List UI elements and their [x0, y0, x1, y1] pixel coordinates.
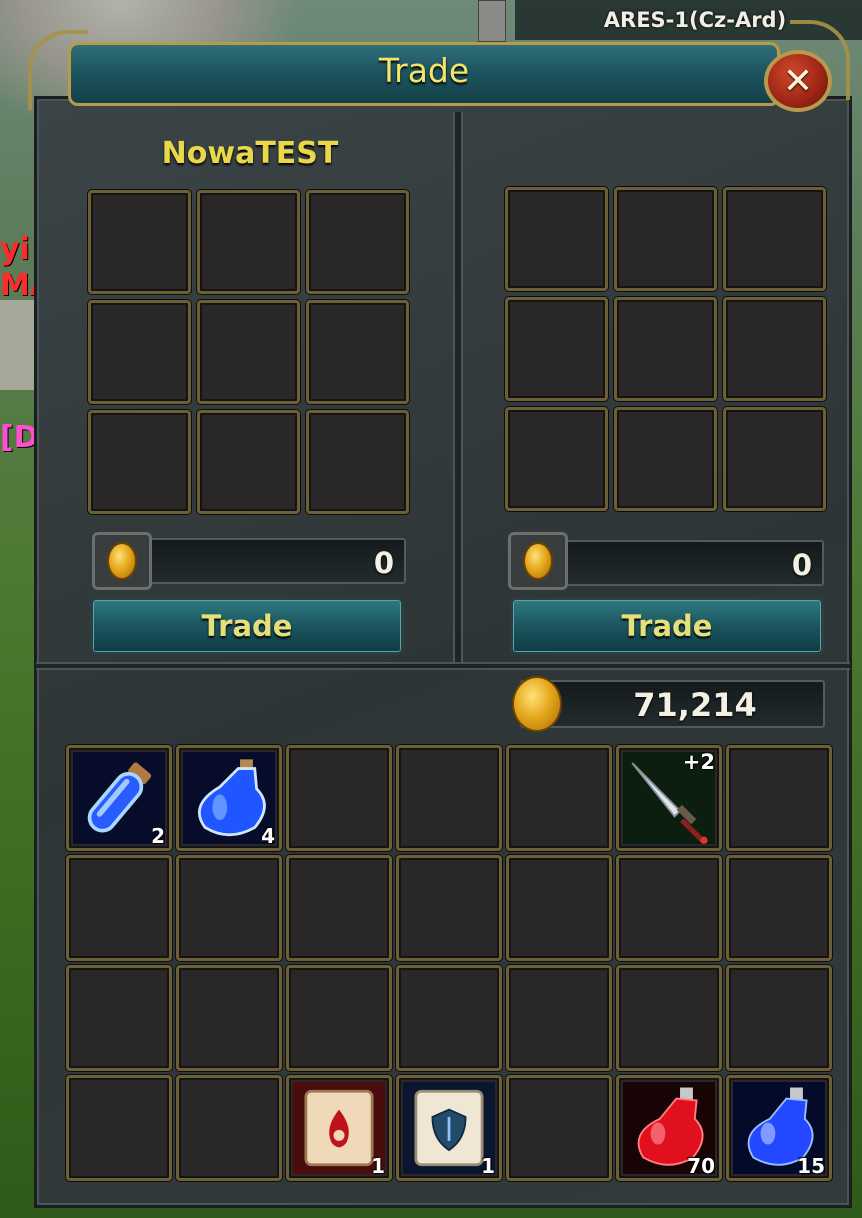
- item-quantity: 70: [687, 1154, 715, 1178]
- inventory-slot[interactable]: [286, 745, 392, 851]
- my-gold-field[interactable]: 0: [148, 538, 406, 584]
- my-offer-slot[interactable]: [306, 410, 409, 514]
- my-offer-slot[interactable]: [88, 190, 191, 294]
- inventory-slot[interactable]: [286, 965, 392, 1071]
- inventory-slot[interactable]: [616, 855, 722, 961]
- item-quantity: 15: [797, 1154, 825, 1178]
- inventory-slot[interactable]: [506, 1075, 612, 1181]
- close-button[interactable]: ✕: [764, 50, 832, 112]
- my-gold-value: 0: [373, 546, 394, 580]
- partner-gold-field: 0: [566, 540, 824, 586]
- inventory-slot[interactable]: [66, 855, 172, 961]
- inventory-slot[interactable]: [726, 745, 832, 851]
- partner-offer-slot: [614, 297, 717, 401]
- inventory-slot-item[interactable]: +2: [616, 745, 722, 851]
- title-bar: Trade: [68, 42, 780, 106]
- close-icon: ✕: [782, 60, 814, 102]
- item-quantity: 1: [371, 1154, 385, 1178]
- panel-divider: [453, 112, 463, 664]
- inventory-slot[interactable]: [176, 1075, 282, 1181]
- my-offer-slot[interactable]: [88, 410, 191, 514]
- my-offer-slot[interactable]: [306, 300, 409, 404]
- gold-coin-icon: [107, 542, 137, 580]
- player-name: NowaTEST: [161, 136, 339, 171]
- inventory-slot-item[interactable]: 1: [396, 1075, 502, 1181]
- inventory-slot[interactable]: [176, 855, 282, 961]
- item-quantity: 2: [151, 824, 165, 848]
- partner-offer-slot: [723, 187, 826, 291]
- inventory-gold-value: 71,214: [633, 686, 757, 724]
- partner-trade-button: Trade: [510, 597, 824, 655]
- inventory-slot[interactable]: [66, 965, 172, 1071]
- partner-offer-slot: [723, 297, 826, 401]
- background-pole: [478, 0, 506, 42]
- partner-offer-slot: [505, 187, 608, 291]
- my-gold-button[interactable]: [92, 532, 152, 590]
- inventory-slot[interactable]: [286, 855, 392, 961]
- partner-offer-slot: [505, 297, 608, 401]
- my-offer-slot[interactable]: [197, 300, 300, 404]
- inventory-slot[interactable]: [396, 745, 502, 851]
- item-quantity: 4: [261, 824, 275, 848]
- gold-coin-icon: [512, 676, 562, 732]
- my-trade-button[interactable]: Trade: [90, 597, 404, 655]
- inventory-slot-item[interactable]: 15: [726, 1075, 832, 1181]
- inventory-slot[interactable]: [506, 745, 612, 851]
- gold-coin-icon: [523, 542, 553, 580]
- window-title: Trade: [378, 51, 470, 90]
- inventory-slot[interactable]: [506, 855, 612, 961]
- inventory-divider: [36, 662, 850, 670]
- inventory-slot[interactable]: [176, 965, 282, 1071]
- partner-gold-icon-frame: [508, 532, 568, 590]
- inventory-slot[interactable]: [66, 1075, 172, 1181]
- inventory-slot[interactable]: [726, 855, 832, 961]
- inventory-slot[interactable]: [396, 965, 502, 1071]
- my-offer-slot[interactable]: [197, 410, 300, 514]
- inventory-slot[interactable]: [616, 965, 722, 1071]
- inventory-slot[interactable]: [726, 965, 832, 1071]
- inventory-slot-item[interactable]: 1: [286, 1075, 392, 1181]
- partner-gold-value: 0: [791, 548, 812, 582]
- partner-offer-slot: [505, 407, 608, 511]
- inventory-slot[interactable]: [506, 965, 612, 1071]
- inventory-slot[interactable]: [396, 855, 502, 961]
- my-offer-slot[interactable]: [197, 190, 300, 294]
- item-quantity: 1: [481, 1154, 495, 1178]
- partner-offer-slot: [614, 407, 717, 511]
- item-enhance-level: +2: [682, 750, 715, 774]
- inventory-slot-item[interactable]: 70: [616, 1075, 722, 1181]
- partner-offer-slot: [614, 187, 717, 291]
- background-guild-label: [D: [0, 420, 39, 455]
- my-offer-slot[interactable]: [306, 190, 409, 294]
- inventory-slot-item[interactable]: 2: [66, 745, 172, 851]
- partner-offer-slot: [723, 407, 826, 511]
- my-offer-slot[interactable]: [88, 300, 191, 404]
- inventory-slot-item[interactable]: 4: [176, 745, 282, 851]
